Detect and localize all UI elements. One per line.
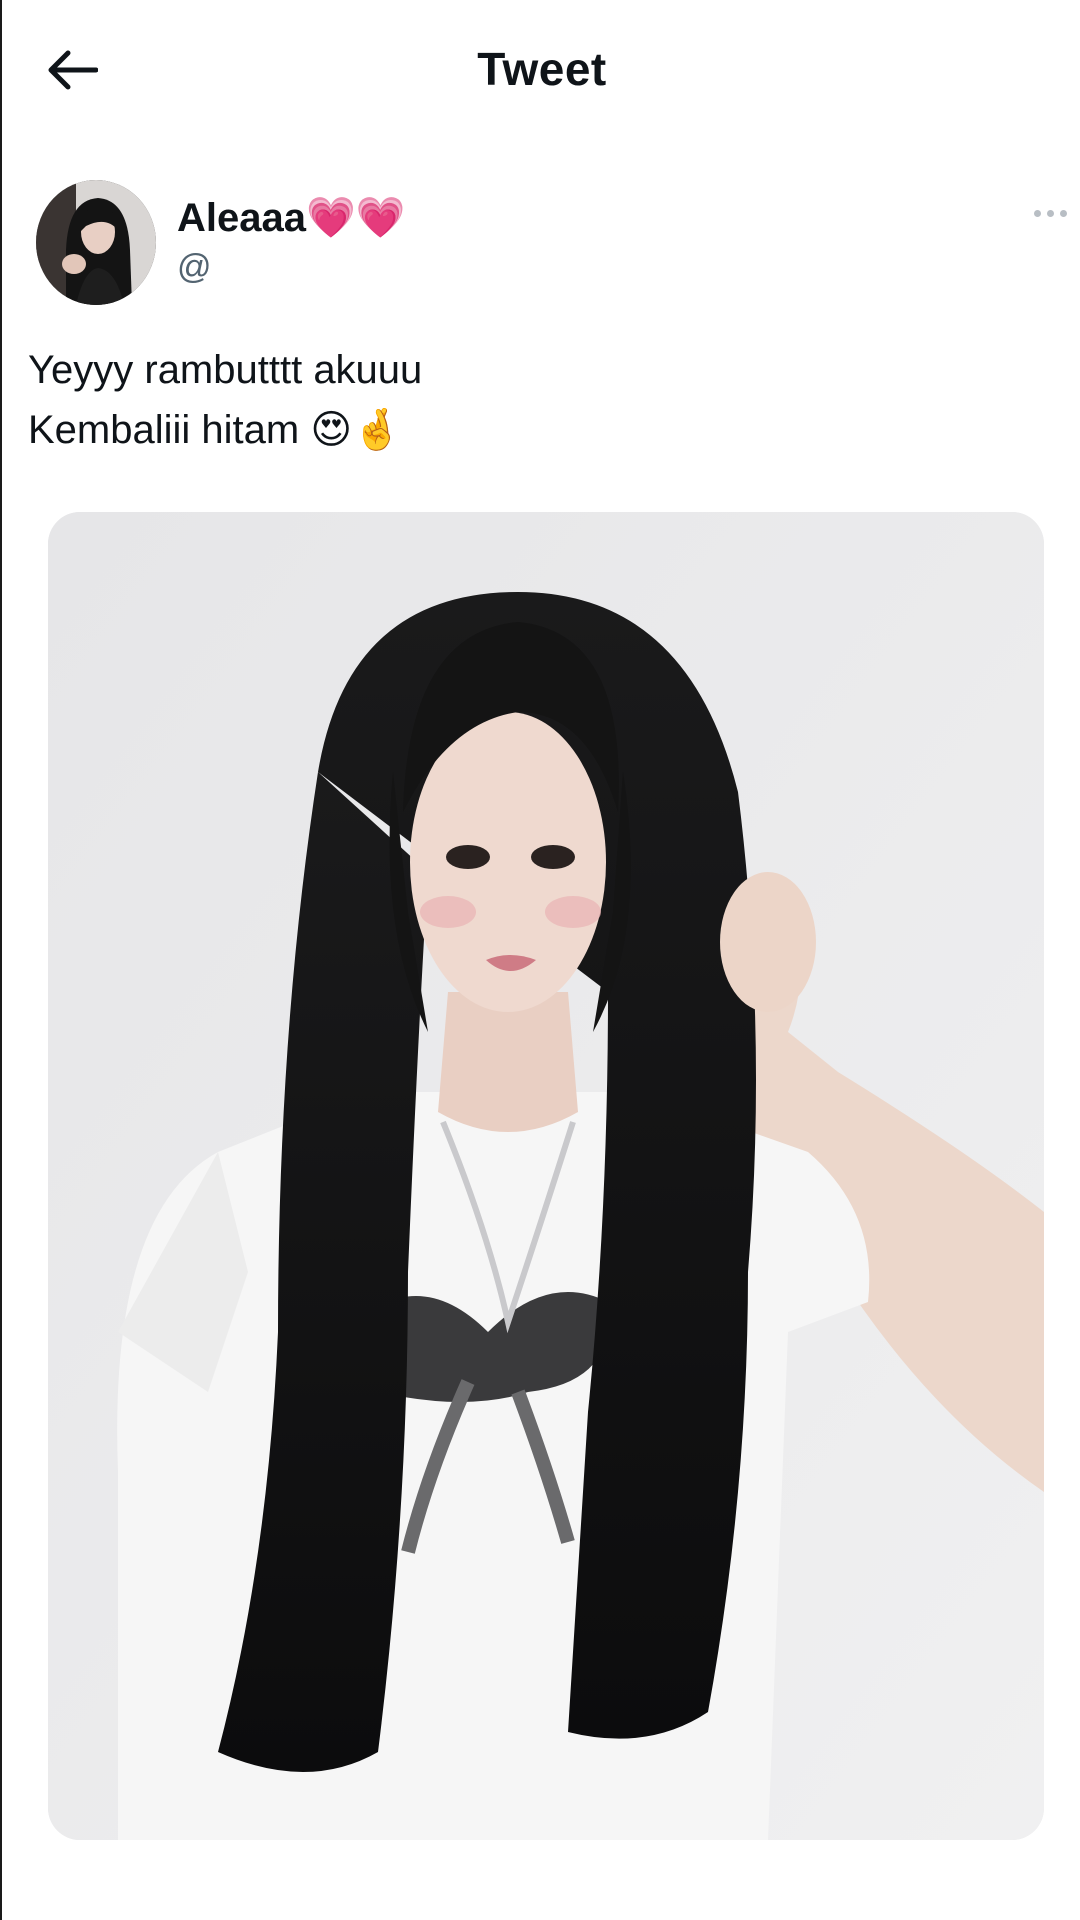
tweet-text-line: Yeyyy rambutttt akuuu xyxy=(28,348,423,392)
tweet-detail-screen: Tweet Aleaaa💗💗 @ Yeyyy rambutttt akuuu K… xyxy=(0,0,1080,1920)
more-dot xyxy=(1046,209,1054,217)
page-title: Tweet xyxy=(477,43,607,95)
tweet-text: Yeyyy rambutttt akuuu Kembaliii hitam 😍🤞 xyxy=(28,340,1028,460)
top-bar: Tweet xyxy=(2,0,1080,140)
tweet-text-line: Kembaliii hitam 😍🤞 xyxy=(28,408,402,452)
tweet-photo[interactable] xyxy=(48,512,1044,1840)
avatar[interactable] xyxy=(36,180,156,305)
more-horizontal-icon xyxy=(1033,209,1041,217)
author-display-name[interactable]: Aleaaa💗💗 xyxy=(177,194,406,241)
more-options-button[interactable] xyxy=(1022,198,1078,228)
author-handle[interactable]: @ xyxy=(177,248,212,287)
tweet-author: Aleaaa💗💗 @ xyxy=(30,180,1070,310)
more-dot xyxy=(1059,209,1067,217)
